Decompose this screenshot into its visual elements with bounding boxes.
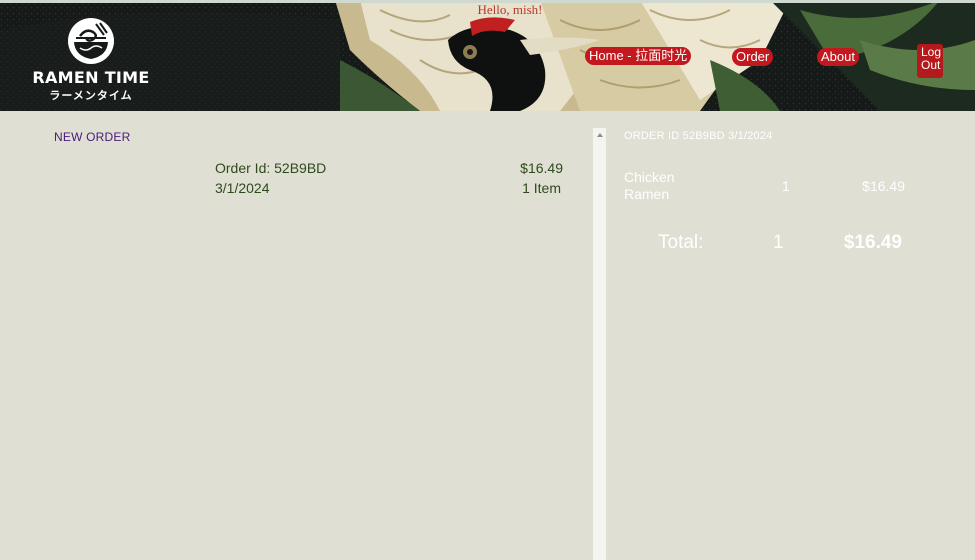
order-id: Order Id: 52B9BD — [215, 160, 327, 176]
total-price: $16.49 — [843, 232, 902, 253]
logo[interactable]: RAMEN TIME ラーメンタイム — [30, 18, 152, 104]
line-item-name: Chicken Ramen — [624, 169, 694, 203]
orders-scrollbar[interactable] — [593, 128, 606, 560]
line-item-price: $16.49 — [862, 178, 905, 194]
new-order-link[interactable]: NEW ORDER — [54, 130, 130, 144]
order-total: $16.49 — [520, 160, 563, 176]
order-detail-panel: ORDER ID 52B9BD 3/1/2024 Chicken Ramen 1… — [606, 111, 975, 560]
nav-home-link[interactable]: Home - 拉面时光 — [585, 47, 692, 65]
order-item-count: 1 Item — [522, 180, 561, 196]
line-item-name-line-2: Ramen — [624, 186, 670, 202]
logout-label-line-2: Out — [921, 58, 941, 72]
line-item-name-line-1: Chicken — [624, 169, 675, 185]
ramen-bowl-icon — [68, 18, 114, 64]
nav-order-link[interactable]: Order — [732, 48, 774, 66]
site-header: RAMEN TIME ラーメンタイム Hello, mish! Home - 拉… — [0, 0, 975, 111]
logout-label-line-1: Log — [921, 45, 942, 59]
orders-list-panel: NEW ORDER Order Id: 52B9BD 3/1/2024 $16.… — [0, 111, 593, 560]
brand-name-katakana: ラーメンタイム — [49, 89, 133, 102]
order-row[interactable]: Order Id: 52B9BD 3/1/2024 $16.49 1 Item — [215, 159, 565, 201]
total-quantity: 1 — [773, 232, 784, 253]
order-date: 3/1/2024 — [215, 180, 270, 196]
arrow-up-icon[interactable] — [597, 133, 603, 137]
nav-about-link[interactable]: About — [817, 48, 859, 66]
user-greeting: Hello, mish! — [477, 2, 543, 17]
order-detail-title: ORDER ID 52B9BD 3/1/2024 — [624, 130, 773, 142]
logout-button[interactable]: Log Out — [917, 44, 943, 78]
line-item-quantity: 1 — [782, 178, 790, 194]
total-label: Total: — [658, 232, 704, 253]
brand-name: RAMEN TIME — [32, 68, 150, 87]
